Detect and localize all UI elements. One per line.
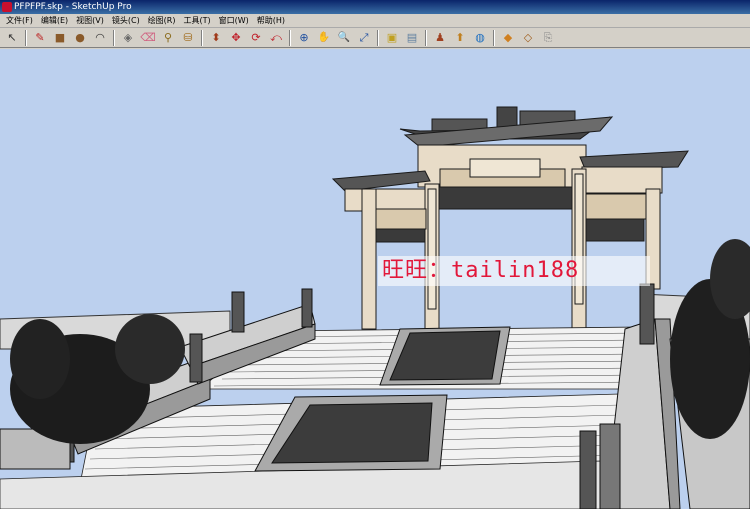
main-toolbar: ↖ ✎ ■ ● ◠ ◈ ⌫ ⚲ ⛁ ⬍ ✥ ⟳ ⤺ ⊕ ✋ 🔍 ⤢ ▣ ▤ ♟ …: [0, 28, 750, 48]
toolbar-separator: [493, 29, 495, 46]
menu-draw[interactable]: 绘图(R): [144, 14, 180, 27]
sketchup-app-icon: [2, 2, 12, 12]
toolbar-separator: [25, 29, 27, 46]
rotate-icon[interactable]: ⟳: [248, 30, 264, 46]
menu-tools[interactable]: 工具(T): [180, 14, 215, 27]
toolbar-separator: [425, 29, 427, 46]
tape-measure-icon[interactable]: ⚲: [160, 30, 176, 46]
component-icon[interactable]: ♟: [432, 30, 448, 46]
toolbar-separator: [201, 29, 203, 46]
zoom-icon[interactable]: 🔍: [336, 30, 352, 46]
watermark-text: 旺旺：tailin188: [378, 256, 650, 286]
push-pull-icon[interactable]: ⬍: [208, 30, 224, 46]
select-arrow-icon[interactable]: ↖: [4, 30, 20, 46]
pan-icon[interactable]: ✋: [316, 30, 332, 46]
extension-icon[interactable]: ⬆: [452, 30, 468, 46]
styles-icon[interactable]: ◇: [520, 30, 536, 46]
toolbar-separator: [113, 29, 115, 46]
circle-icon[interactable]: ●: [72, 30, 88, 46]
arc-icon[interactable]: ◠: [92, 30, 108, 46]
layout-icon[interactable]: ⎘: [540, 30, 556, 46]
earth-icon[interactable]: ◍: [472, 30, 488, 46]
move-icon[interactable]: ✥: [228, 30, 244, 46]
toolbar-separator: [377, 29, 379, 46]
menu-camera[interactable]: 镜头(C): [108, 14, 144, 27]
menu-edit[interactable]: 编辑(E): [37, 14, 72, 27]
toolbar-separator: [289, 29, 291, 46]
warehouse-get-models-icon[interactable]: ▣: [384, 30, 400, 46]
materials-icon[interactable]: ◆: [500, 30, 516, 46]
menu-file[interactable]: 文件(F): [2, 14, 37, 27]
share-model-icon[interactable]: ▤: [404, 30, 420, 46]
window-title: PFPFPF.skp - SketchUp Pro: [14, 2, 132, 12]
orbit-icon[interactable]: ⊕: [296, 30, 312, 46]
menu-window[interactable]: 窗口(W): [215, 14, 253, 27]
menu-help[interactable]: 帮助(H): [253, 14, 289, 27]
eraser-icon[interactable]: ⌫: [140, 30, 156, 46]
make-component-icon[interactable]: ◈: [120, 30, 136, 46]
model-viewport[interactable]: 旺旺：tailin188: [0, 49, 750, 509]
zoom-extents-icon[interactable]: ⤢: [356, 30, 372, 46]
pencil-icon[interactable]: ✎: [32, 30, 48, 46]
menu-view[interactable]: 视图(V): [72, 14, 108, 27]
title-bar: PFPFPF.skp - SketchUp Pro: [0, 0, 750, 14]
menu-bar: 文件(F) 编辑(E) 视图(V) 镜头(C) 绘图(R) 工具(T) 窗口(W…: [0, 14, 750, 28]
rectangle-icon[interactable]: ■: [52, 30, 68, 46]
paint-bucket-icon[interactable]: ⛁: [180, 30, 196, 46]
offset-icon[interactable]: ⤺: [268, 30, 284, 46]
